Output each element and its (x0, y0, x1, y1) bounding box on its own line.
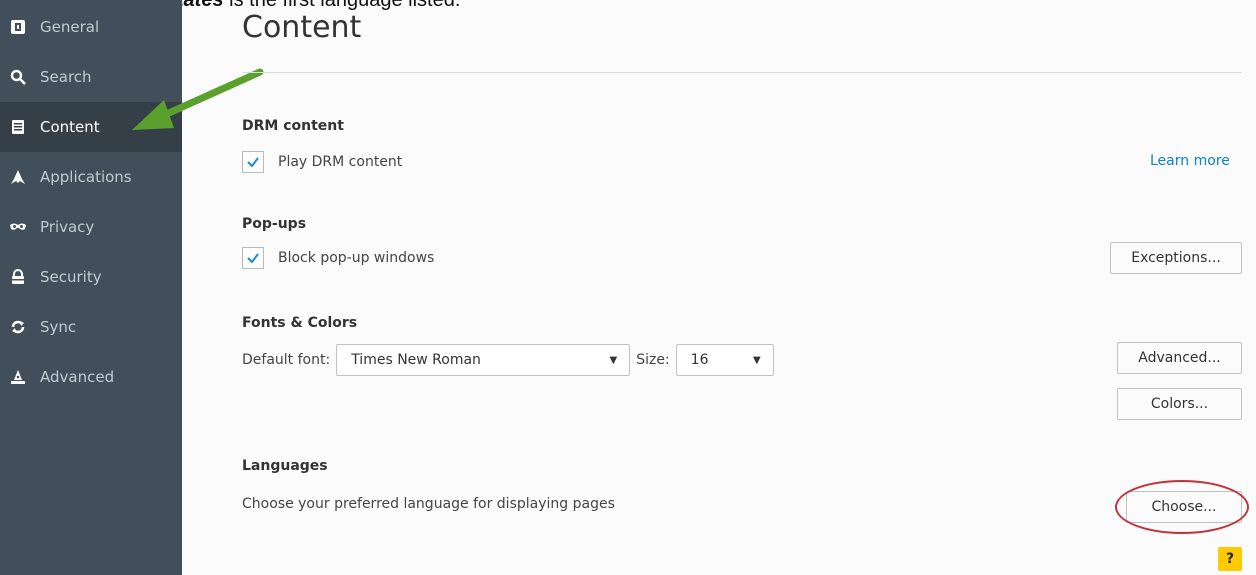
sidebar-item-label: Applications (40, 168, 132, 186)
security-lock-icon (10, 269, 26, 285)
sidebar-item-applications[interactable]: Applications (0, 152, 182, 202)
content-icon (10, 119, 26, 135)
fonts-row: Default font: Times New Roman ▼ Size: 16… (242, 344, 774, 376)
page-title: Content (242, 10, 362, 45)
sidebar-item-general[interactable]: General (0, 2, 182, 52)
sidebar-item-label: Advanced (40, 368, 115, 386)
popups-row: Block pop-up windows (242, 247, 434, 269)
colors-button[interactable]: Colors... (1117, 388, 1242, 420)
applications-icon (10, 169, 26, 185)
popups-heading: Pop-ups (242, 216, 307, 232)
advanced-fonts-button[interactable]: Advanced... (1117, 342, 1242, 374)
sidebar-item-label: Search (40, 68, 92, 86)
check-icon (247, 157, 259, 168)
default-font-label: Default font: (242, 352, 331, 368)
content-pane: Content DRM content Play DRM content Lea… (182, 0, 1256, 575)
drm-checkbox[interactable] (242, 151, 264, 173)
drm-heading: DRM content (242, 118, 344, 134)
default-font-value: Times New Roman (351, 352, 481, 368)
block-popups-checkbox[interactable] (242, 247, 264, 269)
privacy-mask-icon (10, 219, 26, 235)
sidebar-item-label: Content (40, 118, 100, 136)
fonts-heading: Fonts & Colors (242, 315, 358, 331)
drm-checkbox-label[interactable]: Play DRM content (278, 154, 402, 170)
block-popups-label[interactable]: Block pop-up windows (278, 250, 434, 266)
chevron-down-icon: ▼ (752, 354, 761, 366)
sidebar-item-label: Privacy (40, 218, 95, 236)
font-size-select[interactable]: 16 ▼ (675, 344, 774, 376)
sidebar-item-privacy[interactable]: Privacy (0, 202, 182, 252)
sidebar-item-label: General (40, 18, 100, 36)
size-label: Size: (636, 352, 670, 368)
title-divider (242, 72, 1242, 73)
drm-row: Play DRM content (242, 151, 402, 173)
learn-more-link[interactable]: Learn more (1150, 153, 1230, 169)
sidebar-item-advanced[interactable]: Advanced (0, 352, 182, 402)
font-size-value: 16 (690, 352, 709, 368)
help-button[interactable]: ? (1218, 547, 1242, 571)
sidebar-item-security[interactable]: Security (0, 252, 182, 302)
default-font-select[interactable]: Times New Roman ▼ (336, 344, 631, 376)
sync-icon (10, 319, 26, 335)
search-icon (10, 69, 26, 85)
sidebar-item-label: Sync (40, 318, 77, 336)
sidebar-item-sync[interactable]: Sync (0, 302, 182, 352)
advanced-wizard-icon (10, 369, 26, 385)
languages-description: Choose your preferred language for displ… (242, 496, 615, 512)
exceptions-button[interactable]: Exceptions... (1110, 242, 1242, 274)
check-icon (247, 253, 259, 264)
general-icon (10, 19, 26, 35)
languages-heading: Languages (242, 458, 328, 474)
sidebar-item-label: Security (40, 268, 102, 286)
chevron-down-icon: ▼ (609, 354, 618, 366)
choose-language-button[interactable]: Choose... (1126, 491, 1242, 523)
